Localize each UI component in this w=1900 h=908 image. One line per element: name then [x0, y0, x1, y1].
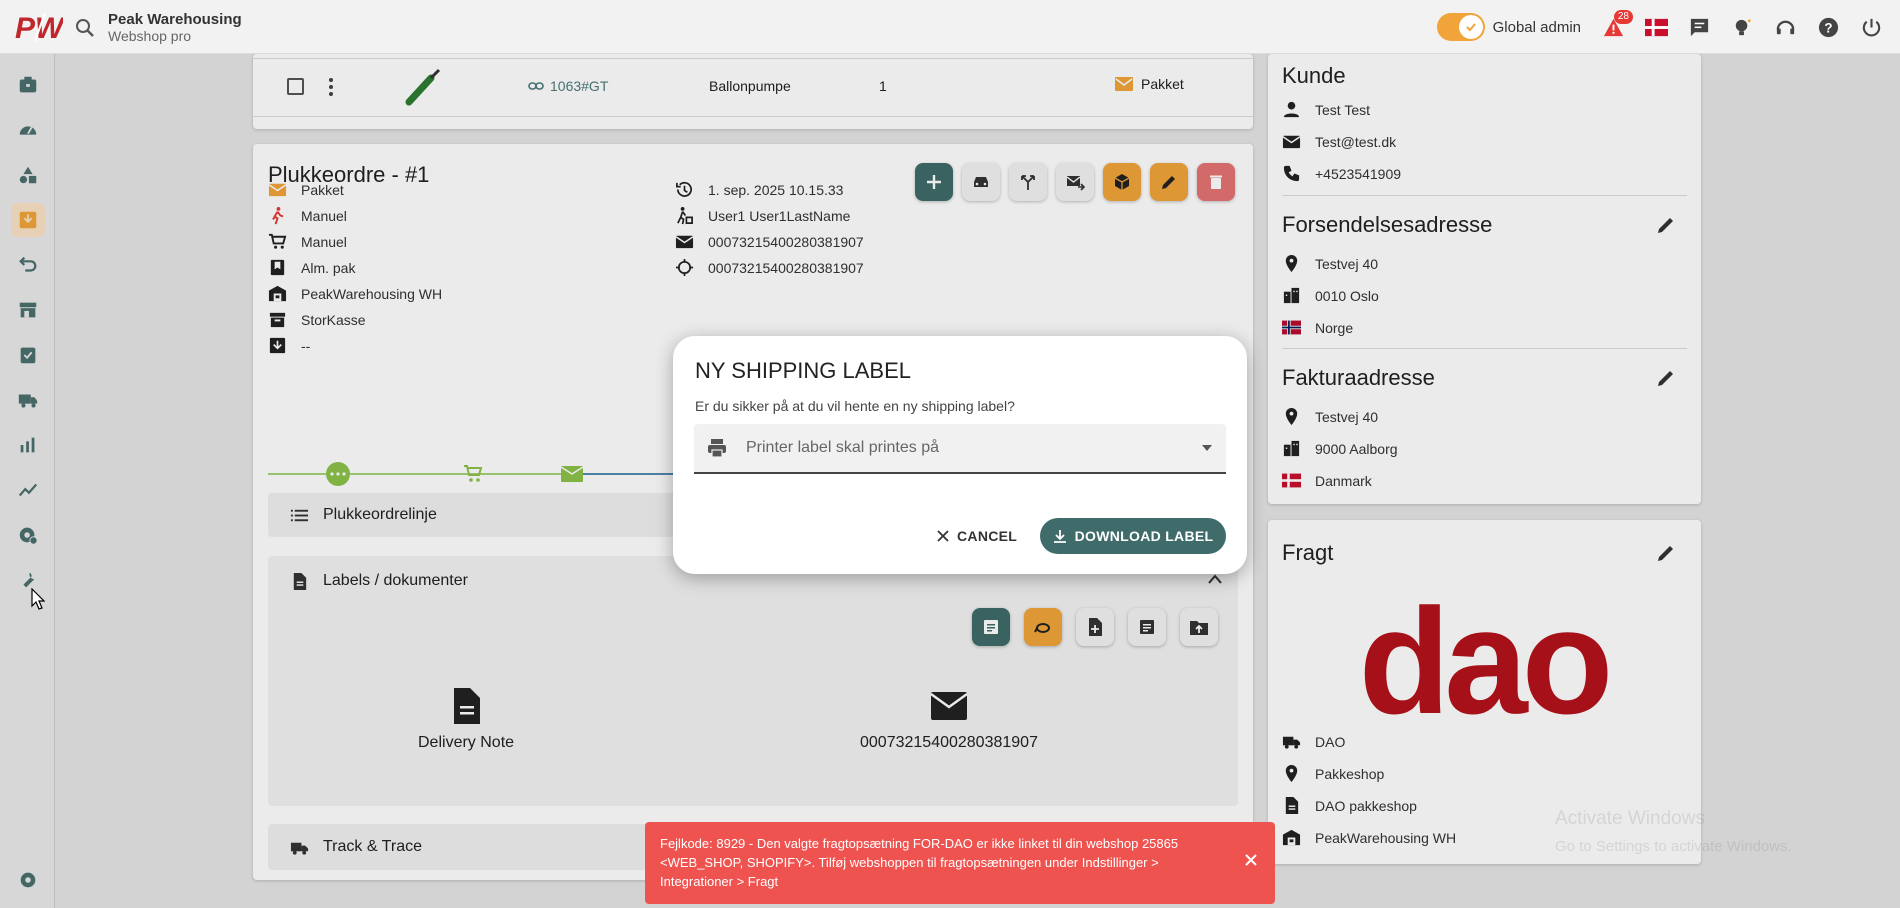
help-icon[interactable]: ?	[1814, 13, 1842, 41]
download-label-button[interactable]: DOWNLOAD LABEL	[1040, 518, 1226, 554]
brand: Peak Warehousing Webshop pro	[108, 11, 242, 45]
peak-warehousing-logo[interactable]: PW	[13, 11, 63, 43]
brand-name: Peak Warehousing	[108, 11, 242, 28]
search-icon[interactable]	[73, 16, 97, 40]
mouse-cursor	[31, 588, 45, 610]
admin-label: Global admin	[1492, 18, 1581, 36]
download-icon	[1053, 530, 1066, 543]
dialog-title: NY SHIPPING LABEL	[695, 358, 912, 383]
close-icon[interactable]	[1243, 852, 1259, 868]
svg-text:?: ?	[1824, 20, 1832, 35]
close-icon	[937, 530, 949, 542]
brand-subtitle: Webshop pro	[108, 28, 192, 44]
top-bar: PW Peak Warehousing Webshop pro Global a…	[0, 0, 1900, 54]
dropdown-arrow-icon	[1202, 445, 1212, 451]
ideas-icon[interactable]	[1728, 13, 1756, 41]
printer-select-placeholder: Printer label skal printes på	[746, 439, 939, 456]
support-icon[interactable]	[1771, 13, 1799, 41]
download-label-button-label: DOWNLOAD LABEL	[1074, 528, 1214, 544]
error-toast-message: Fejlkode: 8929 - Den valgte fragtopsætni…	[660, 836, 1179, 889]
cancel-button-label: CANCEL	[957, 528, 1018, 544]
printer-select[interactable]: Printer label skal printes på	[694, 424, 1226, 474]
power-icon[interactable]	[1857, 13, 1885, 41]
shipping-label-dialog: NY SHIPPING LABEL Er du sikker på at du …	[673, 336, 1247, 574]
admin-toggle[interactable]	[1436, 13, 1485, 41]
dialog-text: Er du sikker på at du vil hente en ny sh…	[695, 398, 1015, 414]
error-toast: Fejlkode: 8929 - Den valgte fragtopsætni…	[645, 822, 1275, 904]
printer-icon	[708, 439, 726, 458]
cancel-button[interactable]: CANCEL	[937, 528, 1017, 544]
flag-dk-icon[interactable]	[1642, 13, 1670, 41]
alert-icon[interactable]: 28	[1599, 10, 1633, 41]
alert-count-badge: 28	[1613, 10, 1633, 24]
chat-icon[interactable]	[1685, 13, 1713, 41]
